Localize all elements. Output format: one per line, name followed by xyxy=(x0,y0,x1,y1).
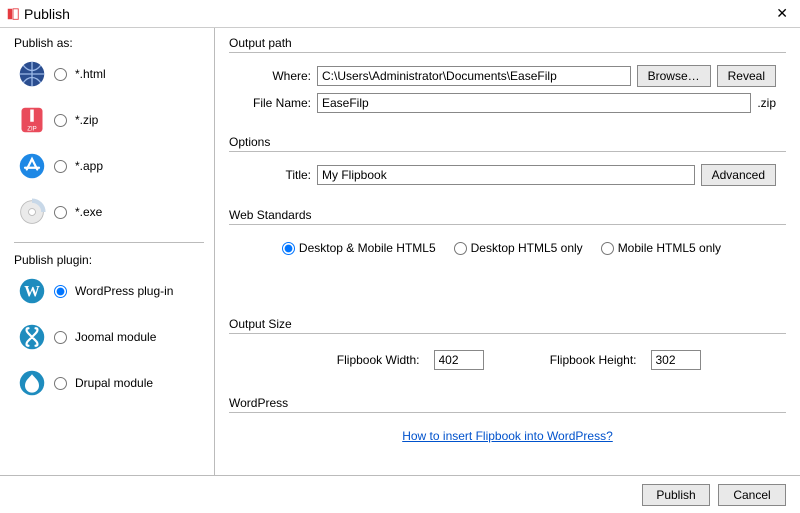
publish-as-app-label: *.app xyxy=(75,159,103,173)
publish-plugin-label: Publish plugin: xyxy=(14,253,204,269)
ws-mobile-radio[interactable] xyxy=(601,242,614,255)
svg-text:W: W xyxy=(24,283,40,300)
flipbook-height-label: Flipbook Height: xyxy=(532,353,637,367)
publish-as-html-radio[interactable] xyxy=(54,68,67,81)
web-standards-legend: Web Standards xyxy=(229,208,786,225)
plugin-wordpress-label: WordPress plug-in xyxy=(75,284,173,298)
publish-as-app[interactable]: *.app xyxy=(18,150,204,182)
publish-as-zip-radio[interactable] xyxy=(54,114,67,127)
close-icon[interactable]: ✕ xyxy=(770,3,794,24)
ws-desktop-label: Desktop HTML5 only xyxy=(471,241,583,255)
output-path-legend: Output path xyxy=(229,36,786,53)
wordpress-help-link[interactable]: How to insert Flipbook into WordPress? xyxy=(402,429,613,443)
flipbook-height-input[interactable] xyxy=(651,350,701,370)
filename-label: File Name: xyxy=(239,96,311,110)
plugin-joomla-label: Joomal module xyxy=(75,330,156,344)
ws-both-label: Desktop & Mobile HTML5 xyxy=(299,241,436,255)
publish-as-html[interactable]: *.html xyxy=(18,58,204,90)
ws-both-radio[interactable] xyxy=(282,242,295,255)
title-label: Title: xyxy=(239,168,311,182)
ws-both[interactable]: Desktop & Mobile HTML5 xyxy=(282,241,436,255)
ws-mobile[interactable]: Mobile HTML5 only xyxy=(601,241,721,255)
titlebar: Publish ✕ xyxy=(0,0,800,28)
title-input[interactable] xyxy=(317,165,695,185)
advanced-button[interactable]: Advanced xyxy=(701,164,776,186)
svg-text:ZIP: ZIP xyxy=(27,126,37,133)
publish-as-zip[interactable]: ZIP *.zip xyxy=(18,104,204,136)
publish-as-exe-radio[interactable] xyxy=(54,206,67,219)
publish-as-html-label: *.html xyxy=(75,67,106,81)
plugin-wordpress[interactable]: W WordPress plug-in xyxy=(18,275,204,307)
window-title: Publish xyxy=(24,6,70,22)
options-group: Options Title: Advanced xyxy=(229,135,786,202)
flipbook-width-input[interactable] xyxy=(434,350,484,370)
flipbook-width-label: Flipbook Width: xyxy=(315,353,420,367)
where-input[interactable] xyxy=(317,66,631,86)
reveal-button[interactable]: Reveal xyxy=(717,65,776,87)
publish-as-exe-label: *.exe xyxy=(75,205,102,219)
filename-input[interactable] xyxy=(317,93,751,113)
ws-desktop[interactable]: Desktop HTML5 only xyxy=(454,241,583,255)
cancel-button[interactable]: Cancel xyxy=(718,484,786,506)
ws-mobile-label: Mobile HTML5 only xyxy=(618,241,721,255)
browse-button[interactable]: Browse… xyxy=(637,65,711,87)
plugin-wordpress-radio[interactable] xyxy=(54,285,67,298)
options-legend: Options xyxy=(229,135,786,152)
wordpress-legend: WordPress xyxy=(229,396,786,413)
footer: Publish Cancel xyxy=(0,475,800,513)
output-size-legend: Output Size xyxy=(229,317,786,334)
publish-button[interactable]: Publish xyxy=(642,484,710,506)
output-size-group: Output Size Flipbook Width: Flipbook Hei… xyxy=(229,317,786,390)
publish-as-label: Publish as: xyxy=(14,36,204,52)
plugin-drupal-label: Drupal module xyxy=(75,376,153,390)
filename-ext: .zip xyxy=(757,96,776,110)
output-path-group: Output path Where: Browse… Reveal File N… xyxy=(229,36,786,129)
disc-icon xyxy=(18,198,46,226)
plugin-drupal[interactable]: Drupal module xyxy=(18,367,204,399)
plugin-drupal-radio[interactable] xyxy=(54,377,67,390)
ws-desktop-radio[interactable] xyxy=(454,242,467,255)
globe-icon xyxy=(18,60,46,88)
wordpress-icon: W xyxy=(18,277,46,305)
app-icon xyxy=(6,7,20,21)
zip-icon: ZIP xyxy=(18,106,46,134)
where-label: Where: xyxy=(239,69,311,83)
sidebar-separator xyxy=(14,242,204,243)
wordpress-group: WordPress How to insert Flipbook into Wo… xyxy=(229,396,786,467)
web-standards-group: Web Standards Desktop & Mobile HTML5 Des… xyxy=(229,208,786,275)
right-panel: Output path Where: Browse… Reveal File N… xyxy=(215,28,800,475)
joomla-icon xyxy=(18,323,46,351)
plugin-joomla[interactable]: Joomal module xyxy=(18,321,204,353)
sidebar: Publish as: *.html ZIP *.zip *.app xyxy=(0,28,215,475)
publish-as-exe[interactable]: *.exe xyxy=(18,196,204,228)
drupal-icon xyxy=(18,369,46,397)
app-store-icon xyxy=(18,152,46,180)
plugin-joomla-radio[interactable] xyxy=(54,331,67,344)
publish-as-zip-label: *.zip xyxy=(75,113,98,127)
publish-as-app-radio[interactable] xyxy=(54,160,67,173)
